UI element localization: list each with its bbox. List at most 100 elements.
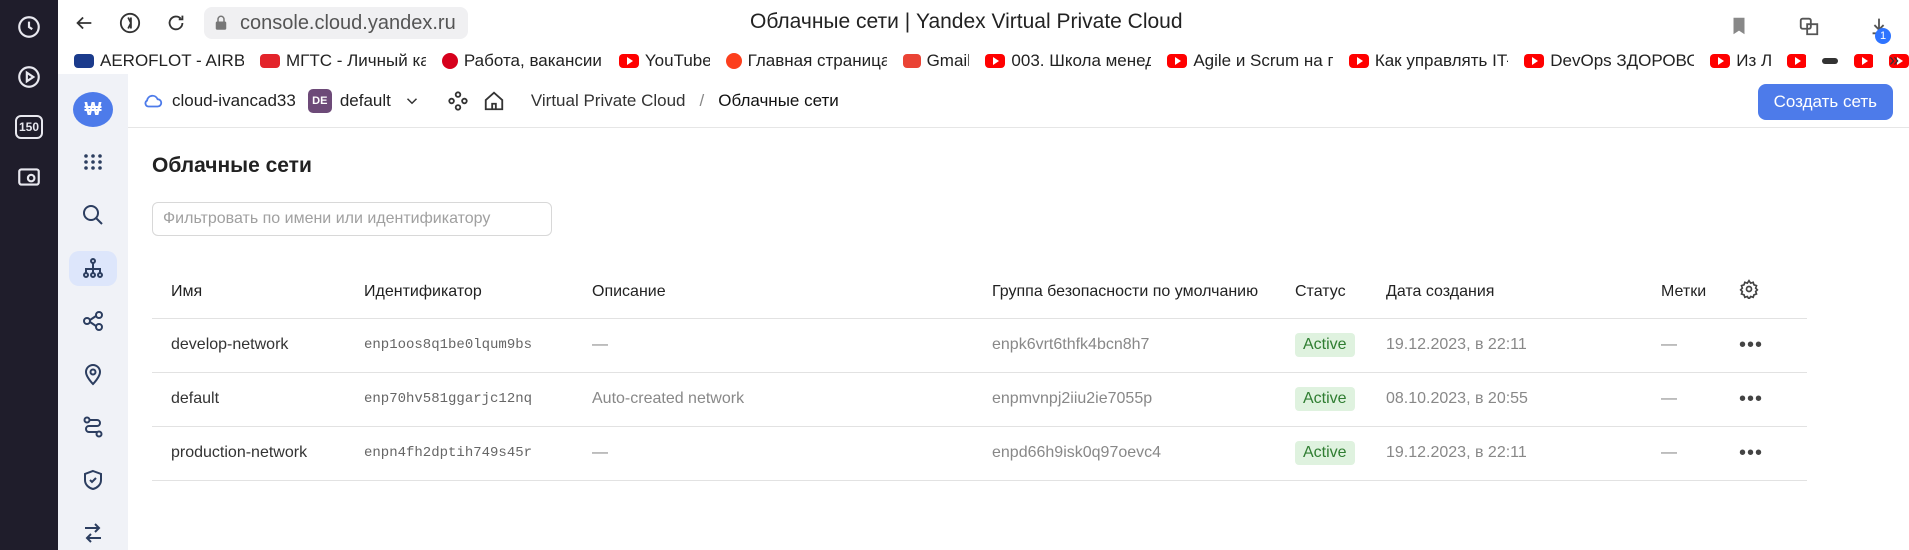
window-title: Облачные сети | Yandex Virtual Private C… bbox=[750, 10, 1183, 33]
console-logo[interactable]: ₩ bbox=[73, 92, 113, 127]
breadcrumb: Virtual Private Cloud / Облачные сети bbox=[531, 91, 839, 111]
toolbar-right: 1 bbox=[1713, 6, 1899, 46]
security-group-id[interactable]: enpmvnpj2iiu2ie7055p bbox=[992, 372, 1295, 427]
youtube-icon bbox=[1524, 54, 1545, 68]
bookmark-item[interactable]: Главная страница bbox=[725, 51, 887, 71]
location-pin-icon[interactable] bbox=[69, 356, 117, 391]
bookmark-item[interactable]: DevOps ЗДОРОВО bbox=[1524, 51, 1694, 71]
labels-cell: — bbox=[1661, 318, 1739, 373]
status-cell: Active bbox=[1295, 372, 1386, 427]
home-icon[interactable] bbox=[483, 90, 505, 112]
services-grid-icon[interactable] bbox=[69, 145, 117, 180]
bookmark-item[interactable]: AEROFLOT - AIRBUS bbox=[74, 51, 244, 71]
routes-icon[interactable] bbox=[69, 409, 117, 444]
created-date: 08.10.2023, в 20:55 bbox=[1386, 372, 1661, 427]
column-header-created[interactable]: Дата создания bbox=[1386, 266, 1661, 319]
security-group-id[interactable]: enpd66h9isk0q97oevc4 bbox=[992, 426, 1295, 481]
bookmark-item[interactable]: Gmail bbox=[902, 51, 969, 71]
history-clock-icon[interactable] bbox=[10, 8, 48, 46]
gear-icon[interactable] bbox=[1739, 279, 1759, 303]
youtube-icon bbox=[985, 54, 1006, 68]
main-content: Облачные сети Имя Идентификатор Описание… bbox=[152, 128, 1807, 481]
folder-selector[interactable]: DE default bbox=[307, 88, 391, 113]
download-count-badge: 1 bbox=[1875, 28, 1891, 44]
bookmark-item[interactable]: YouTube bbox=[618, 51, 710, 71]
bookmark-icon[interactable] bbox=[1719, 6, 1759, 46]
created-date: 19.12.2023, в 22:11 bbox=[1386, 318, 1661, 373]
translate-icon[interactable] bbox=[1789, 6, 1829, 46]
column-header-name[interactable]: Имя bbox=[152, 266, 364, 319]
network-description: Auto-created network bbox=[592, 372, 992, 427]
bookmark-item[interactable]: Как управлять IT- bbox=[1348, 51, 1508, 71]
row-menu-button[interactable]: ••• bbox=[1739, 442, 1763, 464]
security-group-id[interactable]: enpk6vrt6thfk4bcn8h7 bbox=[992, 318, 1295, 373]
table-header-row: Имя Идентификатор Описание Группа безопа… bbox=[152, 266, 1807, 319]
cloud-networks-icon[interactable] bbox=[69, 250, 117, 286]
status-cell: Active bbox=[1295, 426, 1386, 481]
network-name[interactable]: develop-network bbox=[152, 318, 364, 373]
youtube-icon bbox=[1710, 54, 1731, 68]
cloud-name: cloud-ivancad33 bbox=[172, 90, 296, 110]
breadcrumb-current: Облачные сети bbox=[718, 90, 839, 110]
security-shield-icon[interactable] bbox=[69, 462, 117, 497]
breadcrumb-service[interactable]: Virtual Private Cloud bbox=[531, 91, 686, 111]
youtube-icon bbox=[1167, 54, 1188, 68]
bookmark-item[interactable]: Из Л bbox=[1710, 51, 1771, 71]
cloud-selector[interactable]: cloud-ivancad33 bbox=[142, 90, 296, 112]
row-menu-button[interactable]: ••• bbox=[1739, 388, 1763, 410]
status-badge: Active bbox=[1295, 441, 1355, 465]
network-name[interactable]: production-network bbox=[152, 426, 364, 481]
bookmark-item[interactable] bbox=[1786, 54, 1807, 68]
yandex-icon bbox=[725, 53, 742, 69]
labels-cell: — bbox=[1661, 372, 1739, 427]
bookmark-item[interactable]: Agile и Scrum на п bbox=[1167, 51, 1333, 71]
column-header-labels[interactable]: Метки bbox=[1661, 266, 1739, 319]
create-network-button[interactable]: Создать сеть bbox=[1757, 84, 1893, 120]
row-menu-button[interactable]: ••• bbox=[1739, 334, 1763, 356]
bookmarks-bar: AEROFLOT - AIRBUS МГТС - Личный ка Работ… bbox=[58, 48, 1909, 74]
console-header: cloud-ivancad33 DE default Virtual Priva… bbox=[128, 74, 1909, 128]
column-settings[interactable] bbox=[1739, 266, 1807, 319]
link-icon bbox=[1822, 58, 1838, 64]
reload-icon[interactable] bbox=[156, 3, 196, 43]
back-arrow-icon[interactable] bbox=[64, 3, 104, 43]
console-sidebar: ₩ bbox=[58, 74, 128, 550]
networks-table: Имя Идентификатор Описание Группа безопа… bbox=[152, 266, 1807, 481]
breadcrumb-separator: / bbox=[699, 90, 705, 110]
status-badge: Active bbox=[1295, 387, 1355, 411]
filter-input[interactable] bbox=[152, 202, 552, 236]
bookmark-item[interactable]: МГТС - Личный ка bbox=[260, 51, 426, 71]
rail-counter-button[interactable]: 150 bbox=[10, 108, 48, 146]
column-header-status[interactable]: Статус bbox=[1295, 266, 1386, 319]
download-icon[interactable]: 1 bbox=[1859, 6, 1899, 46]
table-row[interactable]: develop-network enp1oos8q1be0lqum9bs — e… bbox=[152, 318, 1807, 373]
status-badge: Active bbox=[1295, 333, 1355, 357]
connections-icon[interactable] bbox=[69, 304, 117, 339]
cloud-icon bbox=[144, 94, 163, 107]
table-row[interactable]: production-network enpn4fh2dptih749s45r … bbox=[152, 426, 1807, 481]
bookmarks-overflow-icon[interactable]: » bbox=[1889, 50, 1899, 71]
status-cell: Active bbox=[1295, 318, 1386, 373]
play-icon[interactable] bbox=[10, 58, 48, 96]
youtube-icon bbox=[1786, 54, 1807, 68]
screenshot-icon[interactable] bbox=[10, 158, 48, 196]
transfer-arrows-icon[interactable] bbox=[69, 515, 117, 550]
column-header-id[interactable]: Идентификатор bbox=[364, 266, 592, 319]
service-map-icon[interactable] bbox=[447, 90, 469, 112]
column-header-description[interactable]: Описание bbox=[592, 266, 992, 319]
table-row[interactable]: default enp70hv581ggarjc12nq Auto-create… bbox=[152, 372, 1807, 427]
rail-counter-badge: 150 bbox=[15, 115, 43, 139]
column-header-security-group[interactable]: Группа безопасности по умолчанию bbox=[992, 266, 1295, 319]
address-bar[interactable]: console.cloud.yandex.ru bbox=[204, 7, 468, 39]
bookmark-item[interactable]: 003. Школа менед bbox=[985, 51, 1151, 71]
search-icon[interactable] bbox=[69, 198, 117, 233]
network-id: enp70hv581ggarjc12nq bbox=[364, 372, 592, 427]
lock-icon bbox=[215, 15, 227, 30]
bookmark-item[interactable]: Работа, вакансии, bbox=[441, 51, 603, 71]
yandex-logo-icon[interactable] bbox=[110, 3, 150, 43]
bookmark-item[interactable] bbox=[1853, 54, 1874, 68]
network-name[interactable]: default bbox=[152, 372, 364, 427]
network-id: enp1oos8q1be0lqum9bs bbox=[364, 318, 592, 373]
bookmark-item[interactable] bbox=[1822, 58, 1838, 64]
chevron-down-icon[interactable] bbox=[403, 92, 421, 110]
